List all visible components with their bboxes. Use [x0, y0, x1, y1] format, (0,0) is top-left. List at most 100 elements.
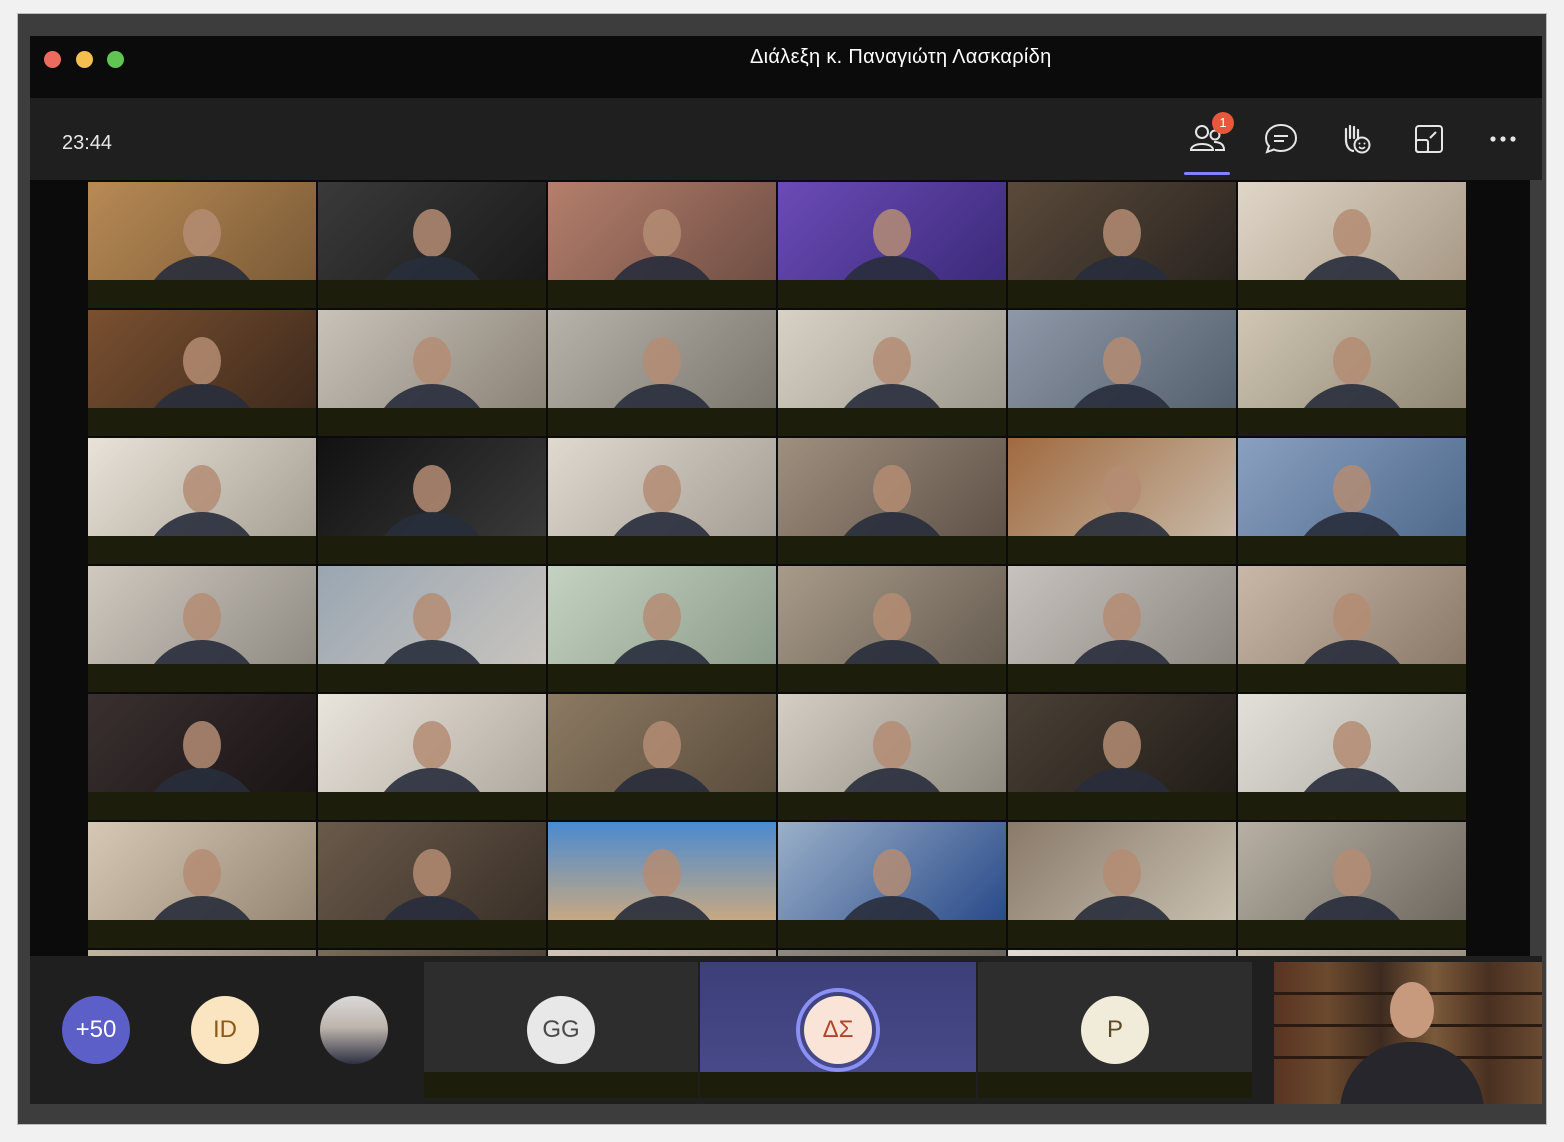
- participant-video-tile[interactable]: [318, 438, 546, 564]
- participant-video-tile[interactable]: [548, 182, 776, 308]
- participants-button[interactable]: 1: [1184, 112, 1234, 175]
- participant-silhouette-body: [142, 768, 262, 792]
- participant-silhouette-body: [372, 384, 492, 408]
- participant-video-tile[interactable]: [1008, 694, 1236, 820]
- participant-avatar[interactable]: ID: [191, 996, 259, 1064]
- name-bar: [1008, 792, 1236, 820]
- participant-silhouette-body: [142, 640, 262, 664]
- name-bar: [778, 408, 1006, 436]
- participant-tile[interactable]: P: [978, 962, 1252, 1098]
- participant-video: [88, 182, 316, 280]
- participant-video-tile[interactable]: [778, 822, 1006, 948]
- participant-video: [88, 822, 316, 920]
- more-participants-avatar[interactable]: +50: [62, 996, 130, 1064]
- name-bar: [318, 408, 546, 436]
- participant-tile[interactable]: GG: [424, 962, 698, 1098]
- participant-video-tile[interactable]: [548, 438, 776, 564]
- participant-video-tile[interactable]: [318, 310, 546, 436]
- name-bar: [778, 664, 1006, 692]
- name-bar: [1008, 664, 1236, 692]
- participant-video: [1238, 182, 1466, 280]
- minimize-window-button[interactable]: [76, 51, 93, 68]
- participant-video-tile[interactable]: [778, 438, 1006, 564]
- participant-silhouette-body: [832, 256, 952, 280]
- view-switch-button[interactable]: [1406, 116, 1452, 162]
- participant-silhouette-body: [372, 768, 492, 792]
- participant-video-tile[interactable]: [548, 822, 776, 948]
- participant-silhouette-body: [602, 640, 722, 664]
- participant-video-tile[interactable]: [88, 694, 316, 820]
- participant-silhouette-body: [372, 640, 492, 664]
- participant-photo-avatar[interactable]: [320, 996, 388, 1064]
- participant-video-tile[interactable]: [548, 566, 776, 692]
- name-bar: [88, 280, 316, 308]
- participant-video-tile[interactable]: [1238, 310, 1466, 436]
- participant-video-tile[interactable]: [1008, 310, 1236, 436]
- participant-silhouette-head: [1333, 209, 1371, 258]
- video-stage: [30, 180, 1530, 1076]
- participant-video-tile[interactable]: [1008, 822, 1236, 948]
- participant-video-tile[interactable]: [88, 822, 316, 948]
- participant-video-tile[interactable]: [778, 310, 1006, 436]
- name-bar: [978, 1072, 1252, 1098]
- participant-video-tile[interactable]: [88, 182, 316, 308]
- more-options-button[interactable]: [1480, 116, 1526, 162]
- participant-video-tile[interactable]: [1238, 822, 1466, 948]
- name-bar: [778, 536, 1006, 564]
- participant-silhouette-head: [643, 849, 681, 898]
- participant-silhouette-body: [372, 896, 492, 920]
- participant-video-tile[interactable]: [1238, 566, 1466, 692]
- participant-silhouette-head: [873, 721, 911, 770]
- participant-video: [1238, 438, 1466, 536]
- participant-video: [1238, 694, 1466, 792]
- participant-video-tile[interactable]: [318, 182, 546, 308]
- name-bar: [778, 792, 1006, 820]
- participant-silhouette-head: [183, 849, 221, 898]
- participant-video-tile[interactable]: [1008, 182, 1236, 308]
- participant-video-tile[interactable]: [548, 310, 776, 436]
- participant-video: [318, 182, 546, 280]
- meeting-toolbar: 23:44 1: [30, 98, 1542, 180]
- participant-video-tile[interactable]: [318, 566, 546, 692]
- name-bar: [1008, 408, 1236, 436]
- participant-video-tile[interactable]: [778, 694, 1006, 820]
- participant-silhouette-head: [413, 465, 451, 514]
- participant-video-tile[interactable]: [88, 310, 316, 436]
- participant-video-tile[interactable]: [1238, 182, 1466, 308]
- chat-button[interactable]: [1258, 116, 1304, 162]
- participant-silhouette-body: [602, 768, 722, 792]
- name-bar: [88, 536, 316, 564]
- participant-video: [88, 310, 316, 408]
- participants-count-badge: 1: [1212, 112, 1234, 134]
- participant-video-tile[interactable]: [1008, 438, 1236, 564]
- maximize-window-button[interactable]: [107, 51, 124, 68]
- participant-video-tile[interactable]: [88, 438, 316, 564]
- close-window-button[interactable]: [44, 51, 61, 68]
- participant-video-tile[interactable]: [548, 694, 776, 820]
- participant-video: [318, 694, 546, 792]
- name-bar: [548, 280, 776, 308]
- participant-video-tile[interactable]: [318, 822, 546, 948]
- participant-silhouette-body: [142, 896, 262, 920]
- participant-silhouette-body: [1062, 768, 1182, 792]
- participant-video: [1238, 310, 1466, 408]
- active-speaker-tile[interactable]: ΔΣ: [700, 962, 976, 1098]
- raise-hand-button[interactable]: [1332, 116, 1378, 162]
- participant-silhouette-head: [1333, 849, 1371, 898]
- participant-silhouette-head: [643, 209, 681, 258]
- name-bar: [88, 664, 316, 692]
- name-bar: [318, 792, 546, 820]
- overflow-strip: +50 ID GG ΔΣ P: [30, 956, 1542, 1104]
- participant-video-tile[interactable]: [1238, 438, 1466, 564]
- participant-video-tile[interactable]: [88, 566, 316, 692]
- participant-video-tile[interactable]: [778, 566, 1006, 692]
- participant-video-tile[interactable]: [1238, 694, 1466, 820]
- meeting-duration: 23:44: [62, 132, 113, 154]
- participant-video-tile[interactable]: [318, 694, 546, 820]
- participant-video-tile[interactable]: [1008, 566, 1236, 692]
- name-bar: [548, 792, 776, 820]
- participant-silhouette-head: [873, 337, 911, 386]
- self-view-video[interactable]: [1274, 962, 1542, 1104]
- participant-silhouette-head: [1103, 593, 1141, 642]
- participant-video-tile[interactable]: [778, 182, 1006, 308]
